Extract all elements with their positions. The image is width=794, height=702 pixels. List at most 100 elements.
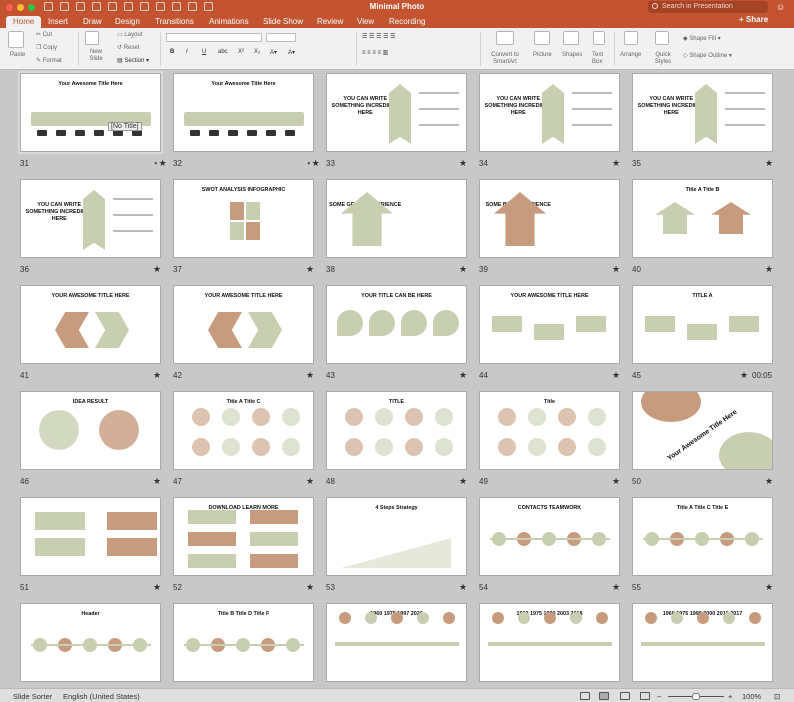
new-slide-icon[interactable]	[85, 31, 99, 45]
slide-thumbnail[interactable]: 1960 1975 1990 2003 2018	[479, 603, 620, 682]
transition-star-icon[interactable]: ★	[612, 158, 620, 169]
slide-thumbnail[interactable]: 1960 1975 1997 2026	[326, 603, 467, 682]
slide-thumbnail[interactable]: TITLE	[326, 391, 467, 470]
transition-star-icon[interactable]: ★	[765, 158, 773, 169]
tab-animations[interactable]: Animations	[209, 16, 249, 28]
slide-thumbnail[interactable]: Your Awesome Title Here	[632, 391, 773, 470]
slide-thumbnail[interactable]: SOME GREAT EXPERIENCE	[326, 179, 467, 258]
slide-thumbnail[interactable]: CONTACTS TEAMWORK	[479, 497, 620, 576]
transition-star-icon[interactable]: ★	[612, 264, 620, 275]
slide-thumbnail[interactable]: YOUR AWESOME TITLE HERE	[173, 285, 314, 364]
transition-star-icon[interactable]: ★	[306, 582, 314, 593]
slide-thumbnail[interactable]: 4 Steps Strategy	[326, 497, 467, 576]
font-size-field[interactable]	[266, 33, 296, 42]
slide-thumbnail[interactable]: Title B Title D Title F	[173, 603, 314, 682]
zoom-slider-thumb[interactable]	[692, 693, 700, 700]
slide-thumbnail[interactable]: Title A Title B	[632, 179, 773, 258]
shapes-icon[interactable]	[563, 31, 579, 45]
paste-label[interactable]: Paste	[10, 52, 25, 58]
transition-star-icon[interactable]: ★	[306, 264, 314, 275]
cut-button[interactable]: ✂ Cut	[36, 31, 52, 38]
normal-view-icon[interactable]	[580, 692, 590, 700]
slide-thumbnail[interactable]: TITLE A	[632, 285, 773, 364]
zoom-in-button[interactable]: +	[728, 692, 732, 701]
slide-thumbnail[interactable]: SWOT ANALYSIS INFOGRAPHIC	[173, 179, 314, 258]
arrange-label[interactable]: Arrange	[620, 52, 641, 58]
align-buttons[interactable]: ≡ ≡ ≡ ≡ ▥	[362, 49, 388, 56]
transition-star-icon[interactable]: ★	[153, 264, 161, 275]
transition-star-icon[interactable]: ★	[306, 476, 314, 487]
tab-insert[interactable]: Insert	[48, 16, 68, 28]
text-box-icon[interactable]	[593, 31, 605, 45]
transition-star-icon[interactable]: ★	[459, 264, 467, 275]
slide-thumbnail[interactable]: YOUR AWESOME TITLE HERE	[20, 285, 161, 364]
slide-thumbnail[interactable]: 1960 1975 1990 2000 2010 2017	[632, 603, 773, 682]
slide-thumbnail[interactable]	[20, 497, 161, 576]
font-color-button[interactable]: A▾	[270, 49, 277, 56]
highlight-button[interactable]: A▾	[288, 49, 295, 56]
slide-thumbnail[interactable]: SOME BAD EXPERIENCE	[479, 179, 620, 258]
transition-star-icon[interactable]: ★	[153, 476, 161, 487]
paste-icon[interactable]	[8, 31, 24, 48]
transition-star-icon[interactable]: ★	[612, 582, 620, 593]
smartart-icon[interactable]	[496, 31, 514, 45]
transition-star-icon[interactable]: ★	[306, 370, 314, 381]
reset-button[interactable]: ↺ Reset	[117, 44, 139, 51]
bullets-button[interactable]: ☰ ☰ ☰ ☰ ☰	[362, 33, 396, 40]
fit-to-window-icon[interactable]: ⊡	[774, 692, 780, 701]
format-painter-button[interactable]: ✎ Format	[36, 57, 62, 64]
tab-transitions[interactable]: Transitions	[155, 16, 194, 28]
share-button[interactable]: + Share	[739, 15, 768, 24]
transition-star-icon[interactable]: ⋆★	[306, 158, 320, 169]
shape-outline-button[interactable]: ◇ Shape Outline ▾	[683, 52, 732, 59]
tab-design[interactable]: Design	[115, 16, 140, 28]
transition-star-icon[interactable]: ★	[612, 370, 620, 381]
shape-fill-button[interactable]: ◆ Shape Fill ▾	[683, 35, 721, 42]
slide-thumbnail[interactable]: DOWNLOAD LEARN MORE	[173, 497, 314, 576]
picture-icon[interactable]	[534, 31, 550, 45]
zoom-level[interactable]: 100%	[742, 692, 761, 701]
transition-star-icon[interactable]: ★	[765, 476, 773, 487]
slide-thumbnail[interactable]: YOUR AWESOME TITLE HERE	[479, 285, 620, 364]
slide-thumbnail[interactable]: Title A Title C	[173, 391, 314, 470]
text-box-label[interactable]: Text Box	[592, 52, 606, 66]
tab-slide-show[interactable]: Slide Show	[263, 16, 303, 28]
slide-thumbnail[interactable]: IDEA RESULT	[20, 391, 161, 470]
account-icon[interactable]: ☺	[776, 2, 785, 12]
transition-star-icon[interactable]: ★	[153, 582, 161, 593]
tab-review[interactable]: Review	[317, 16, 343, 28]
tab-home[interactable]: Home	[6, 16, 42, 28]
underline-button[interactable]: U	[202, 49, 206, 55]
transition-star-icon[interactable]: ★	[153, 370, 161, 381]
transition-star-icon[interactable]: ★	[765, 264, 773, 275]
quick-styles-label[interactable]: Quick Styles	[652, 52, 674, 66]
search-input[interactable]: Search in Presentation	[648, 1, 768, 13]
slide-thumbnail[interactable]: Your Awesome Title Here	[173, 73, 314, 152]
slide-thumbnail[interactable]: Title A Title C Title E	[632, 497, 773, 576]
transition-star-icon[interactable]: ★	[459, 158, 467, 169]
font-name-field[interactable]	[166, 33, 262, 42]
layout-button[interactable]: ▭ Layout	[117, 31, 142, 38]
transition-star-icon[interactable]: ★	[765, 582, 773, 593]
tab-view[interactable]: View	[357, 16, 374, 28]
slide-thumbnail[interactable]: YOU CAN WRITE SOMETHING INCREDIBLE HERE	[326, 73, 467, 152]
tab-recording[interactable]: Recording	[389, 16, 425, 28]
slide-thumbnail[interactable]: Header	[20, 603, 161, 682]
language-indicator[interactable]: English (United States)	[63, 692, 140, 701]
picture-label[interactable]: Picture	[533, 52, 552, 58]
copy-button[interactable]: ❐ Copy	[36, 44, 57, 51]
tab-draw[interactable]: Draw	[83, 16, 102, 28]
quick-styles-icon[interactable]	[655, 31, 669, 45]
zoom-out-button[interactable]: −	[657, 692, 661, 701]
slide-thumbnail[interactable]: YOU CAN WRITE SOMETHING INCREDIBLE HERE	[632, 73, 773, 152]
reading-view-icon[interactable]	[620, 692, 630, 700]
slide-thumbnail[interactable]: YOUR TITLE CAN BE HERE	[326, 285, 467, 364]
shapes-label[interactable]: Shapes	[562, 52, 582, 58]
transition-star-icon[interactable]: ★	[459, 476, 467, 487]
transition-star-icon[interactable]: ⋆★	[153, 158, 167, 169]
superscript-button[interactable]: X²	[238, 49, 244, 55]
transition-star-icon[interactable]: ★	[459, 370, 467, 381]
transition-star-icon[interactable]: ★	[740, 370, 748, 381]
bold-button[interactable]: B	[170, 49, 174, 55]
transition-star-icon[interactable]: ★	[459, 582, 467, 593]
